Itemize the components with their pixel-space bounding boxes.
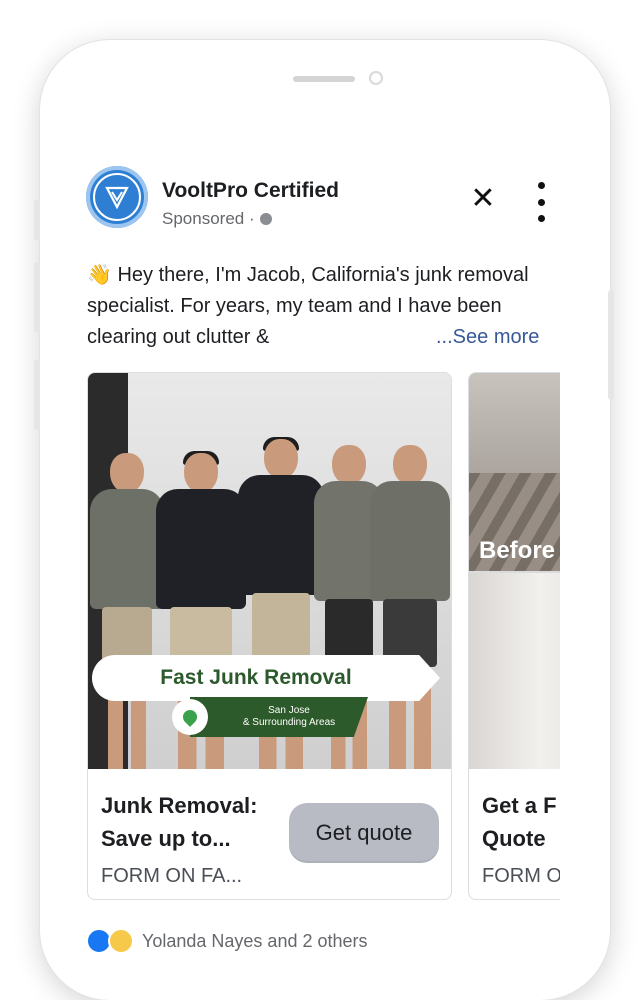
reactions-text: Yolanda Nayes and 2 others [142, 930, 368, 951]
close-icon[interactable]: ✕ [468, 184, 498, 214]
see-more-link[interactable]: ...See more [436, 322, 539, 353]
location-line-1: San Jose [268, 705, 310, 716]
before-label: Before [479, 537, 556, 564]
reactions-bar[interactable]: Yolanda Nayes and 2 others [86, 928, 368, 954]
sponsored-label: Sponsored · [162, 209, 255, 228]
haha-reaction-icon [108, 928, 134, 954]
side-button-left-top [34, 200, 40, 240]
card-2-title[interactable]: Get a F Quote [482, 789, 557, 855]
carousel-card-2[interactable]: Before Get a F Quote FORM O [468, 372, 560, 900]
worker-1 [90, 453, 164, 769]
card-2-title-line-1: Get a F [482, 793, 557, 818]
card-title-line-2: Save up to... [101, 826, 231, 851]
card-2-subtitle: FORM O [482, 865, 560, 887]
card-title[interactable]: Junk Removal: Save up to... [101, 789, 291, 855]
side-button-left-mid [34, 262, 40, 332]
phone-camera [369, 71, 383, 85]
globe-icon [259, 213, 272, 225]
fast-junk-removal-banner: Fast Junk Removal [92, 655, 440, 701]
after-photo [469, 573, 560, 769]
carousel[interactable]: Fast Junk Removal San Jose & Surrounding… [87, 372, 560, 902]
phone-speaker [293, 76, 355, 82]
post-header: VooltPro Certified Sponsored · ✕ [86, 166, 566, 236]
worker-5 [370, 445, 450, 769]
card-2-title-line-2: Quote [482, 826, 546, 851]
side-button-right [608, 290, 614, 400]
sponsored-meta: Sponsored · [162, 209, 272, 229]
card-photo: Fast Junk Removal San Jose & Surrounding… [88, 373, 451, 769]
side-button-left-bottom [34, 360, 40, 430]
card-photo-before-after: Before [469, 373, 560, 769]
page-avatar[interactable] [86, 166, 148, 228]
page-name[interactable]: VooltPro Certified [162, 179, 339, 203]
card-subtitle: FORM ON FA... [101, 865, 243, 887]
card-title-line-1: Junk Removal: [101, 793, 258, 818]
location-tag: San Jose & Surrounding Areas [190, 697, 368, 737]
get-quote-button[interactable]: Get quote [289, 803, 439, 863]
banner-text: Fast Junk Removal [160, 666, 352, 689]
location-line-2: & Surrounding Areas [242, 717, 336, 728]
post-text: 👋 Hey there, I'm Jacob, California's jun… [87, 260, 559, 353]
shield-v-icon [105, 186, 129, 210]
carousel-card-1[interactable]: Fast Junk Removal San Jose & Surrounding… [87, 372, 452, 900]
location-pin-icon [172, 699, 208, 735]
avatar-logo-icon [93, 173, 141, 221]
more-vertical-icon[interactable] [534, 182, 548, 222]
